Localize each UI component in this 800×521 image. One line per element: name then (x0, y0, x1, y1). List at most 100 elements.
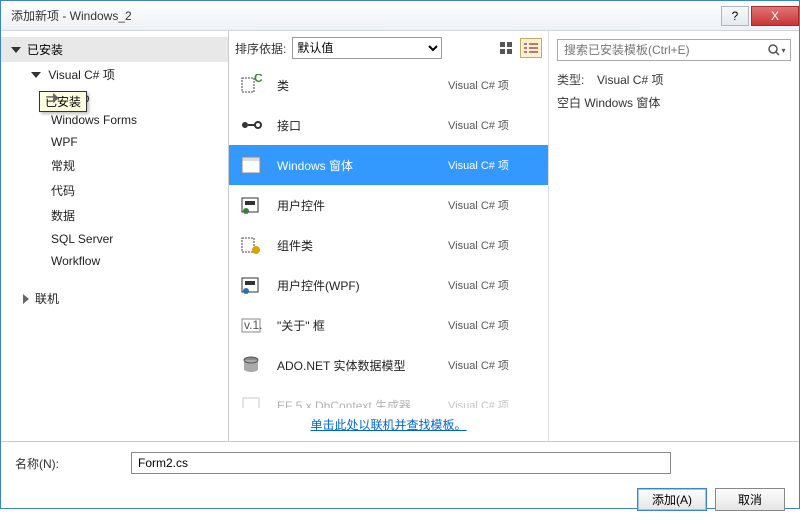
usercontrol-icon (239, 193, 263, 217)
view-list-button[interactable] (520, 38, 542, 58)
close-button[interactable]: X (751, 6, 799, 26)
item-type: Visual C# 项 (448, 237, 538, 253)
sidebar-item-csharp[interactable]: Visual C# 项 (1, 62, 228, 87)
chevron-down-icon (11, 47, 21, 53)
item-name: 接口 (277, 117, 448, 134)
item-name: Windows 窗体 (277, 157, 448, 174)
online-search-link[interactable]: 单击此处以联机并查找模板。 (310, 418, 466, 432)
titlebar: 添加新项 - Windows_2 ? X (1, 1, 799, 31)
sidebar-item-data[interactable]: 数据 (1, 203, 228, 228)
list-item-aboutbox[interactable]: v.1.0 "关于" 框 Visual C# 项 (229, 305, 548, 345)
sidebar-installed-label: 已安装 (27, 41, 63, 58)
item-name: ADO.NET 实体数据模型 (277, 357, 448, 374)
dialog-buttons: 添加(A) 取消 (15, 488, 785, 511)
list-item-interface[interactable]: 接口 Visual C# 项 (229, 105, 548, 145)
detail-type-value: Visual C# 项 (597, 71, 663, 88)
sidebar-item-label: 数据 (51, 209, 75, 223)
svg-text:v.1.0: v.1.0 (244, 318, 262, 332)
help-icon: ? (732, 9, 739, 23)
sidebar-item-wpf[interactable]: WPF (1, 131, 228, 153)
item-type: Visual C# 项 (448, 197, 538, 213)
item-name: 类 (277, 77, 448, 94)
list-item-ef[interactable]: EF 5.x DbContext 生成器 Visual C# 项 (229, 385, 548, 408)
item-type: Visual C# 项 (448, 117, 538, 133)
chevron-right-icon (23, 294, 29, 304)
detail-type-label: 类型: (557, 71, 597, 88)
help-button[interactable]: ? (721, 6, 749, 26)
toolbar: 排序依据: 默认值 (229, 31, 548, 65)
component-icon (239, 233, 263, 257)
window-title: 添加新项 - Windows_2 (11, 7, 719, 24)
sidebar-item-code[interactable]: 代码 (1, 178, 228, 203)
main-area: 已安装 Visual C# 项 已安装 Web Windows Forms WP… (1, 31, 799, 441)
dropdown-arrow-icon: ▾ (781, 46, 785, 55)
sidebar-item-sqlserver[interactable]: SQL Server (1, 228, 228, 250)
sort-select[interactable]: 默认值 (292, 37, 442, 59)
template-list[interactable]: C# 类 Visual C# 项 接口 Visual C# 项 Windows … (229, 65, 548, 408)
item-name: 用户控件(WPF) (277, 277, 448, 294)
grid-icon (500, 42, 514, 54)
search-button[interactable]: ▾ (764, 40, 790, 60)
list-item-usercontrol[interactable]: 用户控件 Visual C# 项 (229, 185, 548, 225)
usercontrol-wpf-icon (239, 273, 263, 297)
sidebar-item-general[interactable]: 常规 (1, 153, 228, 178)
sidebar-item-label: 代码 (51, 184, 75, 198)
interface-icon (239, 113, 263, 137)
chevron-down-icon (31, 72, 41, 78)
sidebar-item-online[interactable]: 联机 (1, 286, 228, 311)
view-grid-button[interactable] (496, 38, 518, 58)
search-icon (768, 44, 780, 56)
detail-description: 空白 Windows 窗体 (557, 94, 660, 111)
cancel-button[interactable]: 取消 (715, 488, 785, 511)
sidebar-item-workflow[interactable]: Workflow (1, 250, 228, 272)
sidebar-item-label: 联机 (35, 292, 59, 306)
class-icon: C# (239, 73, 263, 97)
sidebar-item-label: Visual C# 项 (48, 68, 114, 82)
sidebar-installed-header[interactable]: 已安装 (1, 37, 228, 62)
search-input[interactable] (558, 40, 764, 60)
bottom-panel: 名称(N): 添加(A) 取消 (1, 441, 799, 521)
item-type: Visual C# 项 (448, 357, 538, 373)
item-name: 组件类 (277, 237, 448, 254)
sidebar-separator (1, 272, 228, 286)
sidebar-item-label: Workflow (51, 254, 100, 268)
sidebar-item-label: SQL Server (51, 232, 113, 246)
sidebar-item-label: WPF (51, 135, 78, 149)
tooltip: 已安装 (39, 91, 87, 112)
item-type: Visual C# 项 (448, 157, 538, 173)
add-button[interactable]: 添加(A) (637, 488, 707, 511)
database-icon (239, 353, 263, 377)
svg-text:C#: C# (254, 74, 262, 85)
sort-label: 排序依据: (235, 40, 286, 57)
list-item-component[interactable]: 组件类 Visual C# 项 (229, 225, 548, 265)
list-item-winform[interactable]: Windows 窗体 Visual C# 项 (229, 145, 548, 185)
online-search-link-row: 单击此处以联机并查找模板。 (229, 408, 548, 441)
details-panel: ▾ 类型: Visual C# 项 空白 Windows 窗体 (549, 31, 799, 441)
sidebar-item-web[interactable]: Web (1, 87, 228, 109)
detail-desc-row: 空白 Windows 窗体 (557, 94, 791, 111)
list-item-adonet[interactable]: ADO.NET 实体数据模型 Visual C# 项 (229, 345, 548, 385)
detail-type-row: 类型: Visual C# 项 (557, 71, 791, 88)
list-item-usercontrol-wpf[interactable]: 用户控件(WPF) Visual C# 项 (229, 265, 548, 305)
center-panel: 排序依据: 默认值 C# 类 Visual C# 项 接口 Visual C# … (229, 31, 549, 441)
sidebar-item-label: Windows Forms (51, 113, 137, 127)
ef-icon (239, 393, 263, 408)
item-type: Visual C# 项 (448, 277, 538, 293)
aboutbox-icon: v.1.0 (239, 313, 263, 337)
list-icon (524, 42, 538, 54)
view-mode-group (496, 38, 542, 58)
list-item-class[interactable]: C# 类 Visual C# 项 (229, 65, 548, 105)
search-box: ▾ (557, 39, 791, 61)
sidebar-item-winforms[interactable]: Windows Forms (1, 109, 228, 131)
filename-row: 名称(N): (15, 452, 785, 474)
close-icon: X (771, 9, 779, 23)
item-name: "关于" 框 (277, 317, 448, 334)
filename-input[interactable] (131, 452, 671, 474)
filename-label: 名称(N): (15, 455, 131, 472)
tooltip-text: 已安装 (45, 95, 81, 109)
sidebar: 已安装 Visual C# 项 已安装 Web Windows Forms WP… (1, 31, 229, 441)
item-name: EF 5.x DbContext 生成器 (277, 397, 448, 409)
item-name: 用户控件 (277, 197, 448, 214)
sidebar-item-label: 常规 (51, 159, 75, 173)
chevron-right-icon (53, 93, 59, 103)
